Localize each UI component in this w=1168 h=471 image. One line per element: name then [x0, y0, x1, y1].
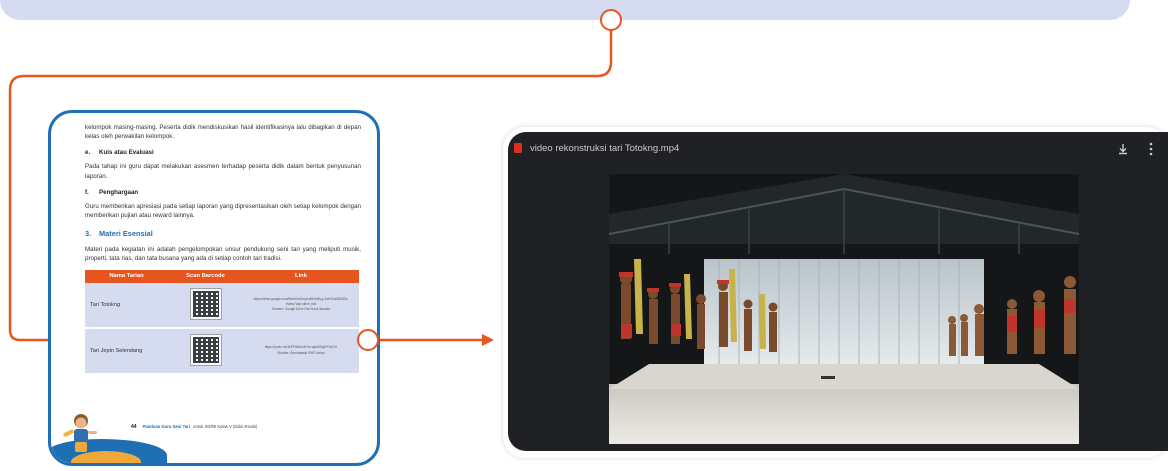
video-viewer: video rekonstruksi tari Totokng.mp4 [508, 132, 1168, 451]
link-source: Sumber: Google Drive Dwi Nurul Istonika [271, 307, 331, 312]
table-row: Tari Totokng https://drive.google.com/fi… [85, 282, 359, 329]
section-3-heading: 3. Materi Esensial [85, 229, 361, 238]
step-f-title: Penghargaan [99, 188, 139, 196]
dance-name-cell: Tari Totokng [85, 282, 168, 329]
page-content: kelompok masing-masing. Peserta didik me… [85, 123, 361, 375]
footer-book-title: Panduan Guru Seni Tari [142, 424, 190, 429]
link-cell: https://youtu.be/1kPFt2MnoK?si=qaM3SqcPO… [243, 327, 359, 375]
step-e-title: Kuis atau Evaluasi [99, 149, 154, 157]
stage-prop [821, 376, 835, 379]
link-url[interactable]: https://drive.google.com/file/d/1wXnqXoB… [249, 297, 353, 308]
step-e-heading: e. Kuis atau Evaluasi [85, 149, 361, 156]
intro-paragraph: kelompok masing-masing. Peserta didik me… [85, 124, 361, 141]
section-3-text: Materi pada kegiatan ini adalah pengelom… [85, 246, 361, 263]
link-source: Sumber: Sendratasik PKIP Untan [277, 350, 325, 355]
step-f-number: f. [85, 188, 89, 196]
footer-book-subtitle: untuk SD/MI Kelas V (Edisi Revisi) [193, 424, 258, 429]
viewer-title-bar: video rekonstruksi tari Totokng.mp4 [508, 132, 1168, 166]
connector-dot-top [600, 9, 622, 31]
more-vert-icon[interactable] [1149, 141, 1153, 157]
page-footer: 44 Panduan Guru Seni Tari untuk SD/MI Kel… [51, 407, 377, 463]
dance-table: Nama Tarian Scan Barcode Link Tari Totok… [85, 269, 359, 375]
section-3-title: Materi Esensial [99, 229, 153, 239]
step-f-text: Guru memberikan apresiasi pada setiap la… [85, 202, 361, 220]
step-e-text: Pada tahap ini guru dapat melakukan ases… [85, 163, 361, 180]
link-cell: https://drive.google.com/file/d/1wXnqXoB… [243, 282, 359, 329]
dance-name-cell: Tari Jepin Selendang [85, 327, 168, 375]
table-row: Tari Jepin Selendang https://youtu.be/1k… [85, 327, 359, 375]
qr-code-icon[interactable] [189, 333, 222, 366]
table-header-row: Nama Tarian Scan Barcode Link [85, 269, 359, 283]
page-number: 44 [131, 424, 137, 430]
video-frame-image [609, 174, 1079, 444]
barcode-cell [168, 282, 243, 329]
header-link: Link [243, 269, 359, 283]
arrow-head-right [482, 334, 494, 346]
barcode-cell [168, 327, 243, 375]
step-f-heading: f. Penghargaan [85, 189, 361, 196]
video-player[interactable] [609, 174, 1079, 444]
connector-dot-table [357, 329, 379, 351]
dancer-mascot-icon [63, 414, 97, 452]
section-3-number: 3. [85, 229, 92, 239]
header-dance-name: Nama Tarian [85, 269, 168, 283]
header-scan-barcode: Scan Barcode [168, 269, 243, 283]
step-e-number: e. [85, 149, 91, 157]
top-band [0, 0, 1130, 20]
video-file-icon [514, 143, 522, 153]
download-icon[interactable] [1116, 142, 1130, 156]
footer-text: 44 Panduan Guru Seni Tari untuk SD/MI Kel… [131, 424, 257, 430]
book-page: kelompok masing-masing. Peserta didik me… [48, 110, 380, 466]
video-file-name: video rekonstruksi tari Totokng.mp4 [530, 143, 680, 154]
qr-code-icon[interactable] [189, 287, 222, 320]
